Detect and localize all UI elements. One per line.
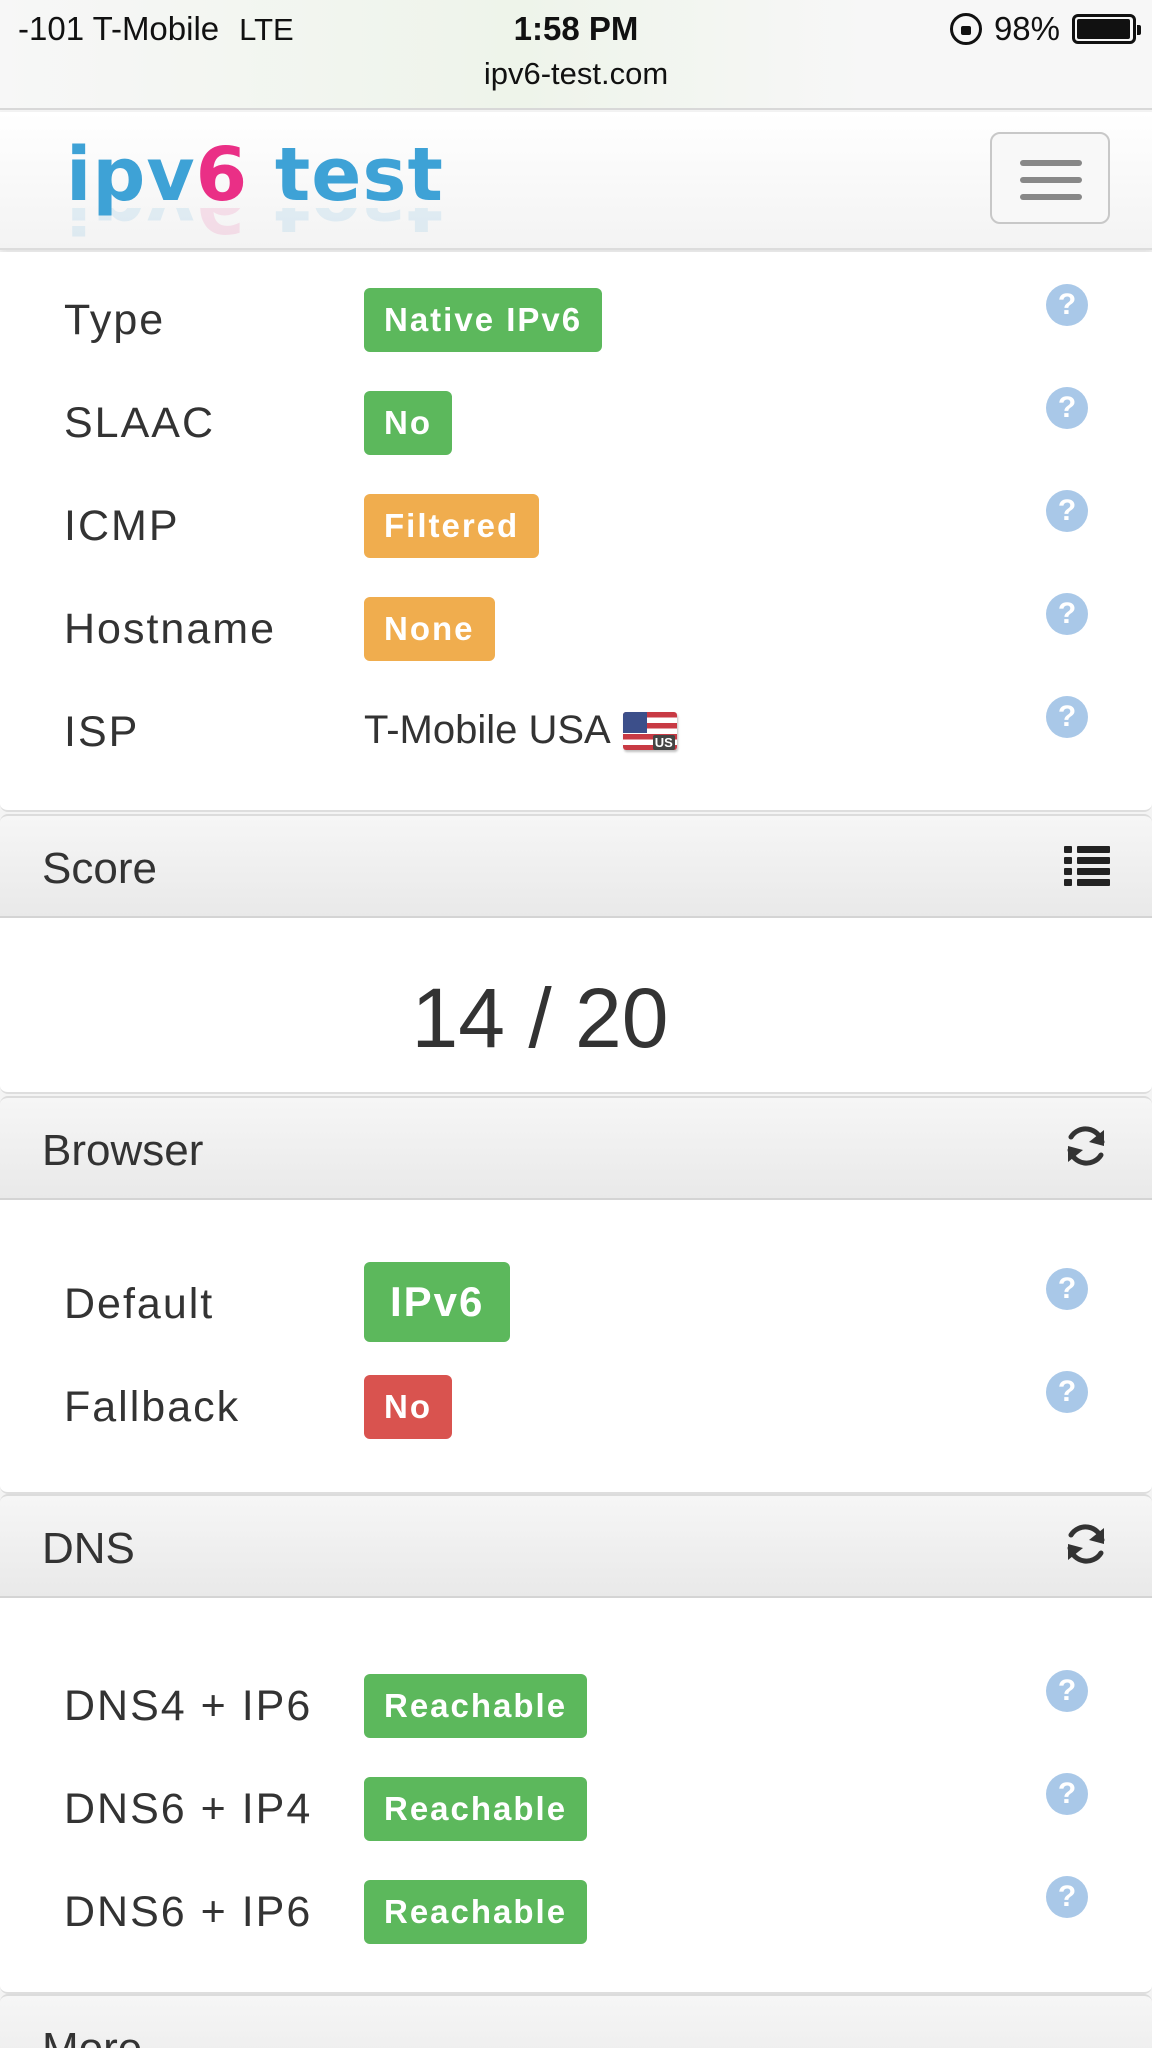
- rotation-lock-icon: [949, 13, 982, 45]
- row-dns6-ip6: DNS6 + IP6 Reachable ?: [0, 1874, 1152, 1954]
- row-isp: ISP T-Mobile USA US ?: [0, 694, 1152, 774]
- row-dns4-ip6: DNS4 + IP6 Reachable ?: [0, 1668, 1152, 1748]
- logo-text-6: 6: [195, 132, 249, 218]
- status-badge: No: [364, 1375, 452, 1439]
- panel-title: Score: [42, 844, 157, 893]
- status-badge: Reachable: [364, 1880, 588, 1944]
- row-dns6-ip4: DNS6 + IP4 Reachable ?: [0, 1771, 1152, 1851]
- status-badge: IPv6: [364, 1262, 511, 1342]
- hamburger-icon: [1020, 160, 1082, 166]
- panel-title: Browser: [42, 1126, 204, 1175]
- refresh-icon[interactable]: [1062, 1122, 1110, 1170]
- site-navbar: ipv6 test ipv6 test: [0, 112, 1152, 250]
- row-label: ISP: [64, 708, 140, 756]
- status-badge: Filtered: [364, 494, 540, 558]
- more-panel-header: More: [0, 1994, 1152, 2048]
- dns-panel-header: DNS: [0, 1494, 1152, 1598]
- help-icon[interactable]: ?: [1046, 284, 1088, 326]
- browser-panel-body: Default IPv6 ? Fallback No ?: [0, 1200, 1152, 1494]
- help-icon[interactable]: ?: [1046, 490, 1088, 532]
- panel-title: DNS: [42, 1524, 135, 1573]
- battery-percent: 98%: [993, 10, 1060, 47]
- help-icon[interactable]: ?: [1046, 1773, 1088, 1815]
- row-label: Hostname: [64, 605, 276, 653]
- isp-name: T-Mobile USA: [364, 708, 611, 752]
- score-panel-body: 14 / 20: [0, 918, 1152, 1094]
- list-icon[interactable]: [1064, 846, 1110, 886]
- row-label: SLAAC: [64, 399, 216, 447]
- isp-value: T-Mobile USA US: [364, 708, 677, 753]
- row-default: Default IPv6 ?: [0, 1262, 1152, 1346]
- hamburger-icon-bar: [1020, 177, 1082, 183]
- row-label: DNS4 + IP6: [64, 1682, 313, 1730]
- row-icmp: ICMP Filtered ?: [0, 488, 1152, 568]
- address-bar-url[interactable]: ipv6-test.com: [0, 56, 1152, 92]
- battery-icon: [1072, 14, 1141, 44]
- row-label: Type: [64, 296, 166, 344]
- row-label: ICMP: [64, 502, 180, 550]
- panel-title: More: [42, 2024, 142, 2048]
- row-slaac: SLAAC No ?: [0, 385, 1152, 465]
- us-flag-icon: US: [622, 711, 677, 750]
- status-bar: -101 T-Mobile LTE 1:58 PM 98% ipv6-test.c…: [0, 0, 1152, 110]
- row-label: DNS6 + IP4: [64, 1785, 313, 1833]
- help-icon[interactable]: ?: [1046, 1371, 1088, 1413]
- help-icon[interactable]: ?: [1046, 1670, 1088, 1712]
- status-badge: Native IPv6: [364, 288, 603, 352]
- status-badge: None: [364, 597, 495, 661]
- logo-text-test: test: [248, 132, 444, 218]
- score-value: 14 / 20: [411, 971, 669, 1065]
- help-icon[interactable]: ?: [1046, 696, 1088, 738]
- browser-panel-header: Browser: [0, 1096, 1152, 1200]
- refresh-icon[interactable]: [1062, 1520, 1110, 1568]
- row-hostname: Hostname None ?: [0, 591, 1152, 671]
- help-icon[interactable]: ?: [1046, 593, 1088, 635]
- help-icon[interactable]: ?: [1046, 1268, 1088, 1310]
- hamburger-icon-bar: [1020, 194, 1082, 200]
- help-icon[interactable]: ?: [1046, 1876, 1088, 1918]
- logo-text-ipv: ipv: [66, 132, 196, 218]
- row-label: Default: [64, 1280, 215, 1328]
- dns-panel-body: DNS4 + IP6 Reachable ? DNS6 + IP4 Reacha…: [0, 1598, 1152, 1994]
- row-fallback: Fallback No ?: [0, 1369, 1152, 1449]
- status-badge: No: [364, 391, 452, 455]
- status-right: 98%: [949, 10, 1141, 48]
- status-badge: Reachable: [364, 1674, 588, 1738]
- site-logo[interactable]: ipv6 test: [66, 132, 444, 218]
- row-label: Fallback: [64, 1383, 241, 1431]
- logo-reflection: ipv6 test: [66, 208, 444, 248]
- flag-country-code: US: [652, 734, 675, 750]
- score-panel-header: Score: [0, 814, 1152, 918]
- help-icon[interactable]: ?: [1046, 387, 1088, 429]
- row-label: DNS6 + IP6: [64, 1888, 313, 1936]
- row-type: Type Native IPv6 ?: [0, 282, 1152, 362]
- menu-toggle-button[interactable]: [990, 132, 1110, 224]
- connection-panel: Type Native IPv6 ? SLAAC No ? ICMP Filte…: [0, 252, 1152, 812]
- battery-fill: [1077, 19, 1130, 39]
- status-badge: Reachable: [364, 1777, 588, 1841]
